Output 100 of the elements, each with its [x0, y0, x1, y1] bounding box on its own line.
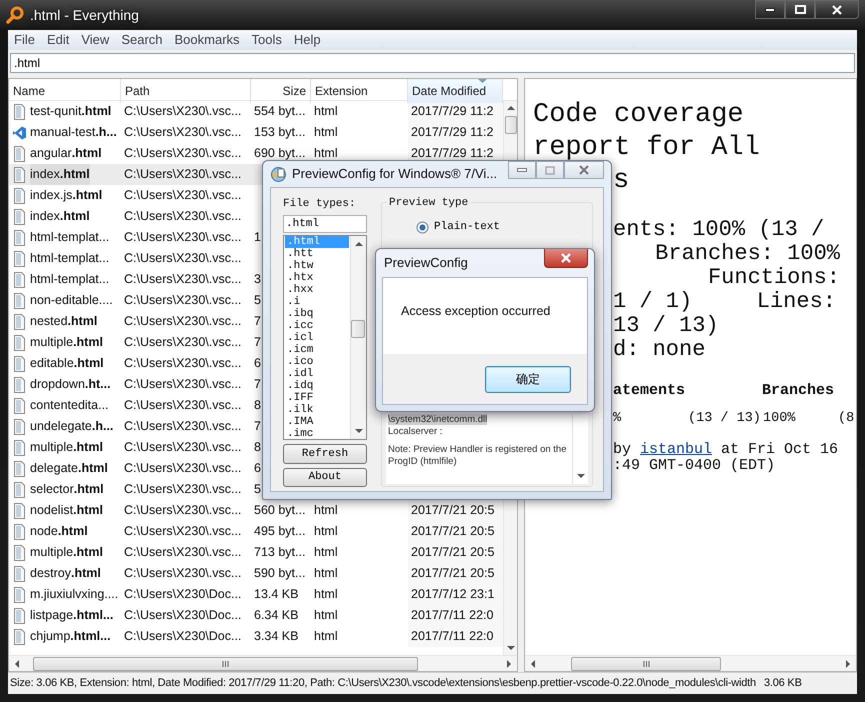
menu-item[interactable]: File	[8, 30, 41, 50]
minimize-icon	[765, 8, 775, 12]
horizontal-scrollbar[interactable]	[525, 655, 856, 671]
horizontal-scrollbar[interactable]	[9, 655, 517, 671]
scrollbar-thumb[interactable]	[33, 656, 418, 670]
file-name[interactable]: html-templat...	[30, 227, 110, 248]
list-item[interactable]: .IMA	[285, 416, 349, 428]
file-name[interactable]: selector.html	[30, 479, 104, 500]
field-label: File types:	[283, 197, 357, 212]
column-header[interactable]: Name	[9, 79, 121, 103]
date-modified: 2017/7/12 23:1	[411, 586, 494, 603]
file-name[interactable]: index.html	[30, 164, 90, 185]
list-item[interactable]: .idq	[285, 380, 349, 392]
file-icon	[12, 314, 27, 330]
close-button[interactable]	[544, 249, 588, 268]
file-extension: html	[314, 586, 338, 603]
radio-option[interactable]: Plain-text	[416, 219, 588, 236]
menu-item[interactable]: Edit	[40, 30, 76, 50]
scroll-up-icon	[506, 104, 516, 112]
file-name[interactable]: editable.html	[30, 353, 104, 374]
dialog-button[interactable]: About	[283, 468, 367, 487]
file-name[interactable]: test-qunit.html	[30, 101, 112, 122]
list-item[interactable]: .i	[285, 296, 349, 308]
list-item[interactable]: .ilk	[285, 404, 349, 416]
list-item[interactable]: .ico	[285, 356, 349, 368]
scrollbar-thumb[interactable]	[571, 656, 721, 670]
file-name[interactable]: m.jiuxiulvxing....	[30, 584, 118, 605]
menu-item[interactable]: Tools	[246, 30, 288, 50]
list-item[interactable]: .icm	[285, 344, 349, 356]
column-header[interactable]: Size	[251, 79, 311, 103]
file-name[interactable]: angular.html	[30, 143, 102, 164]
file-name[interactable]: index.js.html	[30, 185, 102, 206]
scroll-right-icon	[505, 658, 513, 668]
ok-button[interactable]: 确定	[485, 366, 571, 392]
file-path: C:\Users\X230\.vsc...	[124, 145, 242, 162]
menu-item[interactable]: Search	[115, 30, 169, 50]
column-header[interactable]: Date Modified	[408, 79, 503, 103]
file-path: C:\Users\X230\.vsc...	[124, 376, 242, 393]
scroll-down-icon	[354, 427, 364, 436]
file-size: 5	[254, 292, 261, 309]
maximize-button[interactable]	[785, 0, 815, 19]
file-extension: html	[314, 607, 338, 624]
table-text: (8	[838, 410, 856, 428]
file-name[interactable]: multiple.html	[30, 542, 103, 563]
file-type-list[interactable]: .html .htt .htw .htx .hxx .i .ibq .icc .icl .icm .ico .idl .idq .IFF .ilk .IMA .imc	[283, 234, 367, 440]
search-field[interactable]: .html	[10, 53, 855, 73]
file-path: C:\Users\X230\.vsc...	[124, 502, 242, 519]
file-path: C:\Users\X230\.vsc...	[124, 481, 242, 498]
file-size: 8	[254, 439, 261, 456]
radio-icon[interactable]	[416, 220, 429, 234]
file-name[interactable]: non-editable....	[30, 290, 113, 311]
file-name[interactable]: undelegate.h...	[30, 416, 114, 437]
list-item[interactable]: .htw	[285, 260, 349, 272]
file-name[interactable]: listpage.html...	[30, 605, 114, 626]
menu-item[interactable]: Help	[288, 30, 327, 50]
minimize-button[interactable]	[755, 0, 785, 19]
menu-item[interactable]: View	[75, 30, 116, 50]
list-item[interactable]: .htx	[285, 272, 349, 284]
file-icon	[12, 566, 27, 582]
menu-item[interactable]: Bookmarks	[168, 30, 246, 50]
file-name[interactable]: delegate.html	[30, 458, 108, 479]
file-icon	[12, 250, 27, 266]
file-name[interactable]: nested.html	[30, 311, 98, 332]
list-item[interactable]: .icc	[285, 320, 349, 332]
file-type-field[interactable]: .html	[283, 214, 367, 233]
file-name[interactable]: multiple.html	[30, 332, 103, 353]
file-size: 7	[254, 334, 261, 351]
file-name[interactable]: destroy.html	[30, 563, 101, 584]
file-size: 7	[254, 418, 261, 435]
file-name[interactable]: manual-test.h...	[30, 122, 117, 143]
list-item[interactable]: .imc	[285, 428, 349, 440]
list-item[interactable]: .hxx	[285, 284, 349, 296]
scrollbar-thumb[interactable]	[351, 320, 365, 338]
maximize-icon	[794, 5, 806, 14]
close-icon	[561, 253, 571, 263]
file-name[interactable]: chjump.html...	[30, 626, 111, 647]
list-item[interactable]: .idl	[285, 368, 349, 380]
file-name[interactable]: dropdown.ht...	[30, 374, 111, 395]
list-item[interactable]: .IFF	[285, 392, 349, 404]
file-name[interactable]: node.html	[30, 521, 88, 542]
file-name[interactable]: multiple.html	[30, 437, 103, 458]
column-header[interactable]: Path	[121, 79, 251, 103]
list-item[interactable]: .ibq	[285, 308, 349, 320]
scrollbar-thumb[interactable]	[505, 116, 517, 134]
grip-icon	[222, 660, 229, 666]
list-item[interactable]: .icl	[285, 332, 349, 344]
file-size: 713 byt...	[254, 544, 306, 561]
close-button[interactable]	[815, 0, 859, 19]
file-name[interactable]: index.html	[30, 206, 90, 227]
list-item[interactable]: .htt	[285, 248, 349, 260]
istanbul-link[interactable]: istanbul	[640, 441, 712, 458]
file-name[interactable]: html-templat...	[30, 269, 110, 290]
file-size: 5	[254, 481, 261, 498]
report-title: Code coverage	[533, 99, 744, 132]
file-icon	[12, 524, 27, 540]
dialog-button[interactable]: Refresh	[283, 444, 367, 464]
file-path: C:\Users\X230\.vsc...	[124, 271, 242, 288]
file-name[interactable]: html-templat...	[30, 248, 110, 269]
file-name[interactable]: nodelist.html	[30, 500, 103, 521]
file-name[interactable]: contentedita...	[30, 395, 109, 416]
